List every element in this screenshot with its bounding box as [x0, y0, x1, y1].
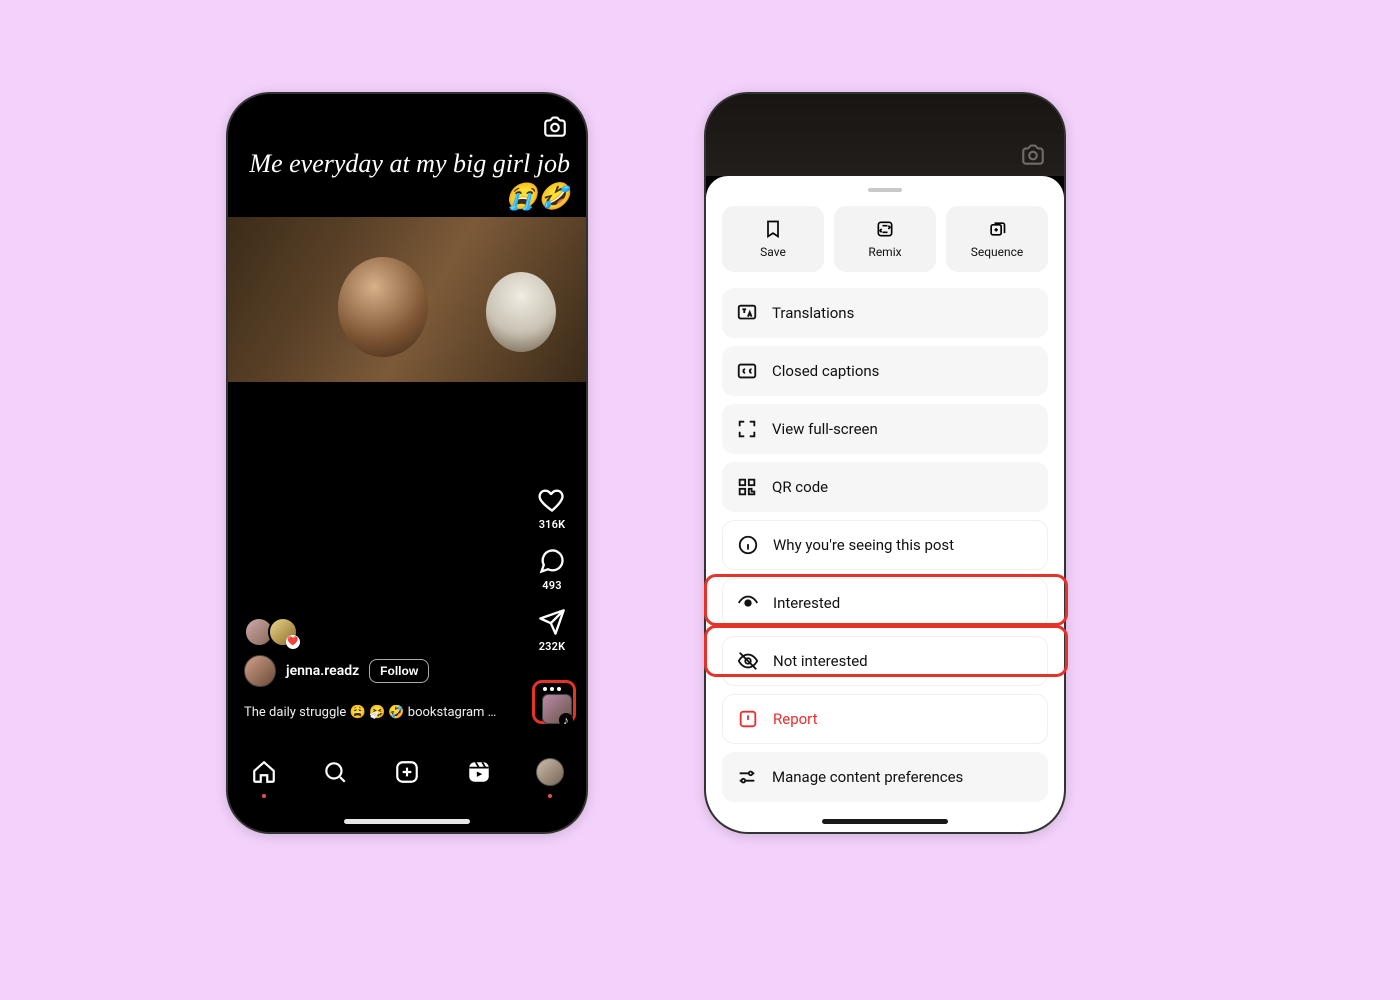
- author-avatar[interactable]: [244, 655, 276, 687]
- reel-video-frame[interactable]: [228, 217, 586, 382]
- camera-icon: [1020, 142, 1046, 168]
- report-icon: [737, 708, 759, 730]
- menu-item-translations[interactable]: Translations: [722, 288, 1048, 338]
- menu-item-qr[interactable]: QR code: [722, 462, 1048, 512]
- eye-icon: [737, 592, 759, 614]
- audio-tile[interactable]: [542, 694, 572, 724]
- sheet-action-label: Sequence: [971, 245, 1024, 259]
- translate-icon: [736, 302, 758, 324]
- menu-item-closed-captions[interactable]: Closed captions: [722, 346, 1048, 396]
- tab-profile[interactable]: [534, 756, 566, 788]
- reel-caption[interactable]: The daily struggle 😩 🤧 🤣 bookstagram …: [244, 705, 496, 720]
- remix-icon: [875, 219, 895, 239]
- sheet-grabber[interactable]: [868, 188, 902, 192]
- menu-item-manage-preferences[interactable]: Manage content preferences: [722, 752, 1048, 802]
- phone-action-sheet: Save Remix Sequence Translations Closed …: [704, 92, 1066, 834]
- search-icon: [322, 759, 348, 785]
- author-username[interactable]: jenna.readz: [286, 663, 359, 679]
- reel-overlay-text: Me everyday at my big girl job 😭🤣: [228, 140, 586, 217]
- share-button[interactable]: 232K: [538, 608, 566, 653]
- menu-item-label: Translations: [772, 304, 854, 322]
- plus-square-icon: [394, 759, 420, 785]
- menu-item-why-seeing[interactable]: Why you're seeing this post: [722, 520, 1048, 570]
- menu-item-label: Manage content preferences: [772, 768, 963, 786]
- like-button[interactable]: 316K: [538, 486, 566, 531]
- follow-button[interactable]: Follow: [369, 659, 429, 683]
- sheet-action-remix[interactable]: Remix: [834, 206, 936, 272]
- sliders-icon: [736, 766, 758, 788]
- menu-item-fullscreen[interactable]: View full-screen: [722, 404, 1048, 454]
- menu-item-label: Closed captions: [772, 362, 879, 380]
- info-icon: [737, 534, 759, 556]
- dimmed-background[interactable]: [706, 94, 1064, 176]
- notification-dot-icon: [262, 794, 266, 798]
- share-count: 232K: [539, 640, 566, 653]
- comment-count: 493: [542, 579, 561, 592]
- reels-icon: [466, 759, 492, 785]
- comment-button[interactable]: 493: [538, 547, 566, 592]
- menu-item-label: Why you're seeing this post: [773, 536, 954, 554]
- menu-item-interested[interactable]: Interested: [722, 578, 1048, 628]
- sheet-action-save[interactable]: Save: [722, 206, 824, 272]
- home-indicator: [822, 819, 948, 824]
- camera-button[interactable]: [542, 114, 568, 140]
- eye-off-icon: [737, 650, 759, 672]
- comment-icon: [538, 547, 566, 575]
- sheet-action-label: Remix: [868, 245, 901, 259]
- share-icon: [538, 608, 566, 636]
- menu-item-not-interested[interactable]: Not interested: [722, 636, 1048, 686]
- menu-item-label: Not interested: [773, 652, 868, 670]
- tab-home[interactable]: [248, 756, 280, 788]
- reel-top-bar: [228, 94, 586, 140]
- reel-right-rail: 316K 493 232K: [532, 486, 572, 709]
- avatar: ❤️: [268, 617, 298, 647]
- like-count: 316K: [539, 518, 566, 531]
- heart-badge-icon: ❤️: [286, 635, 300, 649]
- camera-button: [1020, 142, 1046, 168]
- menu-item-report[interactable]: Report: [722, 694, 1048, 744]
- camera-icon: [542, 114, 568, 140]
- tab-search[interactable]: [319, 756, 351, 788]
- menu-item-label: View full-screen: [772, 420, 878, 438]
- sheet-action-sequence[interactable]: Sequence: [946, 206, 1048, 272]
- sheet-action-row: Save Remix Sequence: [722, 206, 1048, 272]
- menu-item-label: Interested: [773, 594, 840, 612]
- menu-item-label: QR code: [772, 478, 828, 496]
- sheet-action-label: Save: [760, 245, 786, 259]
- bottom-tab-bar: [228, 746, 586, 832]
- home-indicator: [344, 819, 470, 824]
- author-row: jenna.readz Follow: [244, 655, 429, 687]
- bookmark-icon: [763, 219, 783, 239]
- profile-avatar-icon: [536, 758, 564, 786]
- home-icon: [251, 759, 277, 785]
- cc-icon: [736, 360, 758, 382]
- fullscreen-icon: [736, 418, 758, 440]
- bottom-sheet: Save Remix Sequence Translations Closed …: [706, 176, 1064, 832]
- tab-reels[interactable]: [463, 756, 495, 788]
- liked-by-avatars[interactable]: ❤️: [244, 617, 298, 647]
- tab-create[interactable]: [391, 756, 423, 788]
- phone-reel-view: Me everyday at my big girl job 😭🤣 316K 4…: [226, 92, 588, 834]
- heart-icon: [538, 486, 566, 514]
- notification-dot-icon: [548, 794, 552, 798]
- sequence-icon: [987, 219, 1007, 239]
- qr-icon: [736, 476, 758, 498]
- menu-item-label: Report: [773, 710, 818, 728]
